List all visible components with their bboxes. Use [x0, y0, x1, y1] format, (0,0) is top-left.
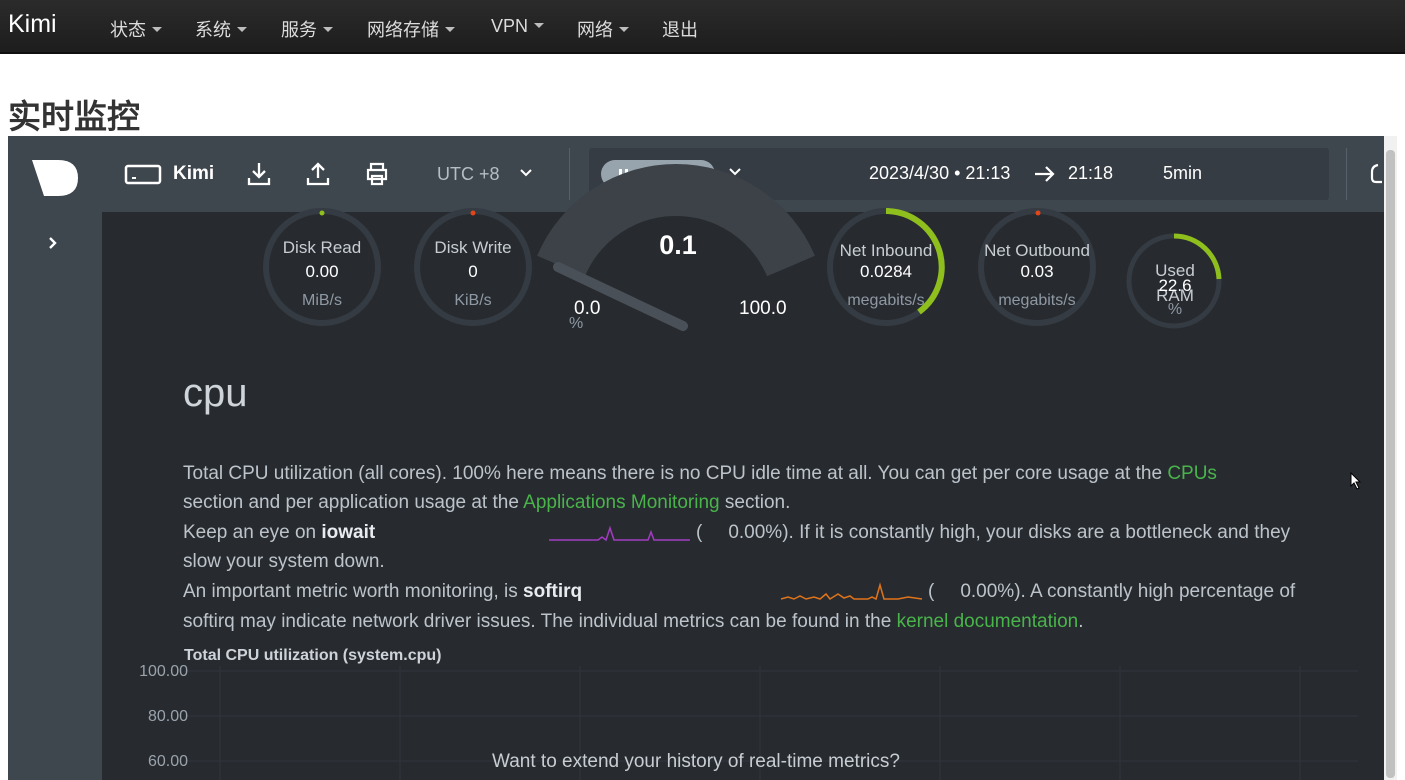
caret-down-icon: [534, 22, 545, 28]
chart-y-tick: 80.00: [147, 708, 188, 725]
cpu-gauge-unit: %: [569, 315, 584, 332]
net-inbound-title: Net Inbound: [839, 241, 933, 260]
cpu-gauge-value: 0.1: [659, 230, 697, 260]
net-outbound-title: Net Outbound: [984, 241, 1090, 260]
nav-item-system[interactable]: 系统: [195, 16, 247, 42]
disk-read-value: 0.00: [305, 262, 339, 281]
softirq-label: softirq: [523, 581, 583, 602]
section-heading: cpu: [183, 371, 248, 415]
disk-write-gauge-marker: [470, 210, 476, 216]
chart-y-tick: 100.00: [139, 663, 188, 680]
iowait-value-line: (0.00%). If it is constantly high, your …: [696, 522, 1291, 543]
softirq-value-line: (0.00%). A constantly high percentage of: [928, 581, 1296, 602]
chart-y-tick: 60.00: [147, 753, 188, 770]
nav-item-network[interactable]: 网络: [577, 16, 629, 42]
chart-title: Total CPU utilization (system.cpu): [184, 647, 442, 664]
iowait-line-2: slow your system down.: [183, 551, 385, 572]
kernel-documentation-link[interactable]: kernel documentation: [897, 611, 1079, 632]
nav-item-logout[interactable]: 退出: [662, 16, 698, 42]
net-outbound-unit: megabits/s: [998, 292, 1076, 309]
caret-down-icon: [619, 26, 629, 32]
net-outbound-value: 0.03: [1020, 262, 1054, 281]
net-inbound-unit: megabits/s: [847, 292, 925, 309]
iowait-sparkline: [549, 525, 690, 542]
nav-item-network-storage[interactable]: 网络存储: [367, 16, 455, 42]
section-description-line: section and per application usage at the…: [183, 492, 791, 513]
mouse-cursor-icon: [1350, 472, 1362, 490]
extend-history-message: Want to extend your history of real-time…: [492, 751, 900, 772]
cpus-link[interactable]: CPUs: [1167, 463, 1217, 484]
nav-item-vpn[interactable]: VPN: [491, 16, 545, 37]
top-navbar: Kimi 状态 系统 服务 网络存储 VPN 网络 退出: [0, 0, 1405, 54]
disk-read-title: Disk Read: [282, 238, 362, 257]
iowait-value: 0.00%: [728, 522, 783, 543]
net-outbound-gauge-marker: [1035, 210, 1041, 216]
scrollbar-thumb[interactable]: [1386, 150, 1395, 778]
disk-write-title: Disk Write: [434, 238, 512, 257]
applications-monitoring-link[interactable]: Applications Monitoring: [523, 492, 719, 513]
nav-item-services[interactable]: 服务: [281, 16, 333, 42]
softirq-line: An important metric worth monitoring, is…: [183, 581, 583, 602]
net-inbound-value: 0.0284: [860, 262, 912, 281]
iowait-label: iowait: [321, 522, 376, 543]
used-ram-value: 22.6: [1158, 276, 1192, 295]
used-ram-unit: %: [1167, 301, 1183, 318]
softirq-value: 0.00%: [960, 581, 1015, 602]
nav-item-status[interactable]: 状态: [110, 16, 162, 42]
caret-down-icon: [323, 26, 333, 32]
disk-write-unit: KiB/s: [454, 292, 492, 309]
iowait-line: Keep an eye on iowait: [183, 522, 376, 543]
disk-read-gauge-marker: [319, 210, 325, 216]
disk-read-unit: MiB/s: [302, 292, 342, 309]
softirq-sparkline: [780, 582, 923, 601]
disk-write-value: 0: [468, 262, 478, 281]
caret-down-icon: [445, 26, 455, 32]
softirq-line-2: softirq may indicate network driver issu…: [183, 611, 1084, 632]
caret-down-icon: [152, 26, 162, 32]
caret-down-icon: [237, 26, 247, 32]
brand-logo[interactable]: Kimi: [8, 10, 57, 39]
netdata-dashboard: Kimi UTC +8 Paused 2023/4/30 • 21:13 21:…: [8, 136, 1384, 780]
section-description-line: Total CPU utilization (all cores). 100% …: [183, 463, 1217, 484]
cpu-gauge-max: 100.0: [739, 298, 787, 319]
page-title: 实时监控: [8, 98, 140, 135]
